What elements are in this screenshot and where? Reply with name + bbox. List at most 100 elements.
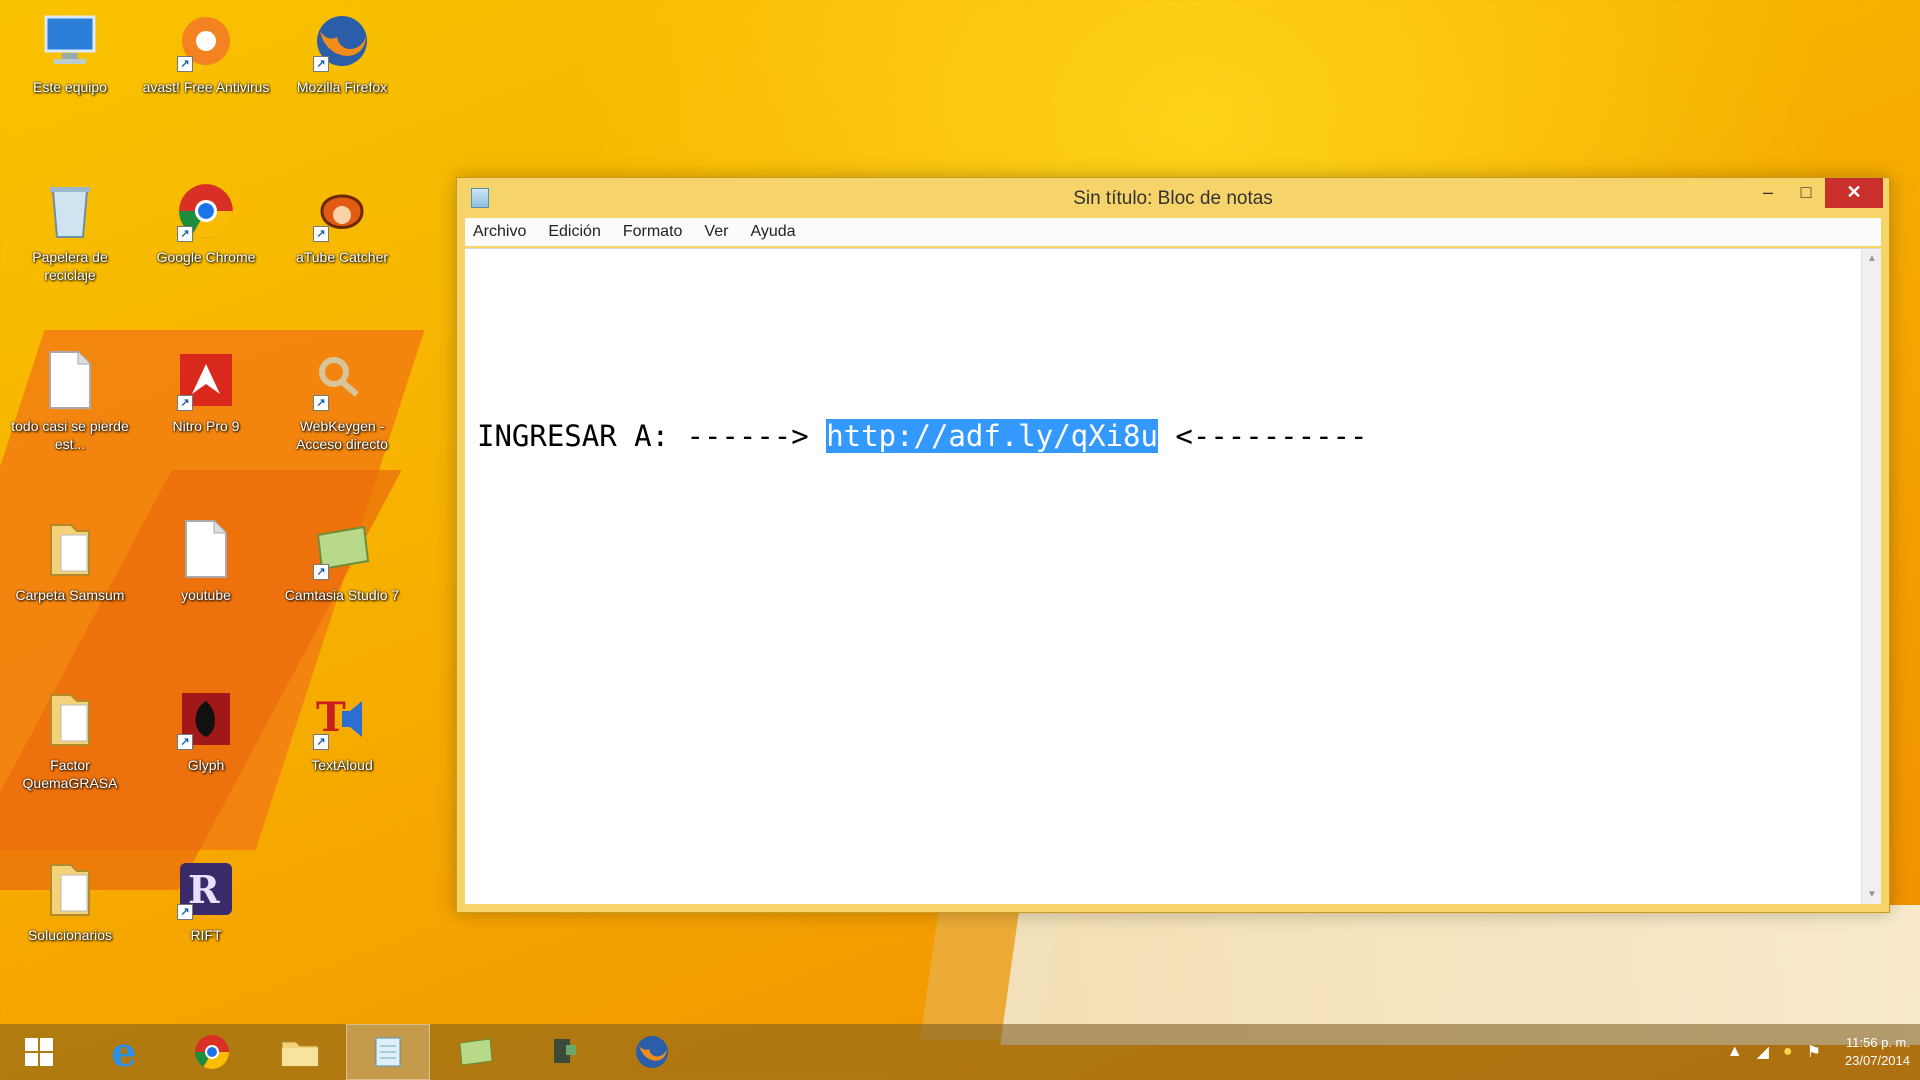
desktop-icon[interactable]: ↗ avast! Free Antivirus	[138, 2, 274, 162]
desktop-icon-label: Camtasia Studio 7	[284, 587, 400, 603]
system-tray: ▲ ◢ ● ⚑ 11:56 p. m. 23/07/2014	[1727, 1024, 1910, 1080]
vertical-scrollbar[interactable]: ▲ ▼	[1861, 249, 1881, 904]
recycle-bin-icon	[39, 180, 101, 242]
desktop-icon[interactable]: ↗ Mozilla Firefox	[274, 2, 410, 162]
desktop-icon[interactable]: T ↗ TextAloud	[274, 680, 410, 840]
shortcut-arrow-icon: ↗	[313, 56, 329, 72]
shortcut-arrow-icon: ↗	[313, 734, 329, 750]
desktop-icon-label: Google Chrome	[156, 249, 256, 265]
textaloud-icon: T ↗	[311, 688, 373, 750]
title-bar[interactable]: Sin título: Bloc de notas – □ ✕	[457, 178, 1889, 218]
scroll-up-icon[interactable]: ▲	[1862, 253, 1882, 264]
camtasia-icon: ↗	[311, 518, 373, 580]
shortcut-arrow-icon: ↗	[177, 734, 193, 750]
chrome-icon	[195, 1035, 229, 1069]
rift-icon: R ↗	[175, 858, 237, 920]
desktop-icon[interactable]: R ↗ RIFT	[138, 850, 274, 1010]
window-title: Sin título: Bloc de notas	[1073, 188, 1273, 209]
desktop-icon-label: Factor QuemaGRASA	[22, 757, 118, 791]
desktop-icon[interactable]: ↗ aTube Catcher	[274, 172, 410, 332]
windows-logo-icon	[25, 1038, 53, 1066]
menu-edicion[interactable]: Edición	[548, 223, 600, 241]
internet-explorer-icon: e	[111, 1028, 137, 1076]
desktop-icon-label: avast! Free Antivirus	[142, 79, 270, 95]
desktop-icon[interactable]: Papelera de reciclaje	[2, 172, 138, 332]
desktop-icon[interactable]: Este equipo	[2, 2, 138, 162]
shortcut-arrow-icon: ↗	[313, 226, 329, 242]
menu-ayuda[interactable]: Ayuda	[750, 223, 795, 241]
maximize-button[interactable]: □	[1787, 178, 1825, 208]
text-suffix: <----------	[1157, 419, 1368, 453]
desktop-icon-label: Nitro Pro 9	[172, 418, 240, 434]
menu-archivo[interactable]: Archivo	[473, 223, 526, 241]
shortcut-arrow-icon: ↗	[177, 395, 193, 411]
shortcut-arrow-icon: ↗	[177, 904, 193, 920]
show-hidden-icons-icon[interactable]: ▲	[1727, 1043, 1743, 1061]
scroll-down-icon[interactable]: ▼	[1862, 889, 1882, 900]
document-icon	[175, 518, 237, 580]
desktop-icon-label: aTube Catcher	[295, 249, 389, 265]
folder-icon	[39, 688, 101, 750]
clock-time: 11:56 p. m.	[1845, 1035, 1910, 1050]
action-center-icon[interactable]: ⚑	[1807, 1042, 1821, 1062]
selected-url-text[interactable]: http://adf.ly/qXi8u	[826, 419, 1158, 453]
desktop-icon-label: Papelera de reciclaje	[32, 249, 108, 283]
desktop-icon[interactable]: ↗ Nitro Pro 9	[138, 341, 274, 501]
internet-explorer-taskbar-button[interactable]: e	[82, 1024, 166, 1080]
start-button[interactable]	[0, 1024, 78, 1080]
camera-recorder-icon	[554, 1039, 576, 1063]
desktop-icon[interactable]: Solucionarios	[2, 850, 138, 1010]
folder-icon	[39, 858, 101, 920]
desktop-icon[interactable]: Carpeta Samsum	[2, 510, 138, 670]
firefox-icon: ↗	[311, 10, 373, 72]
wallpaper-shape	[920, 900, 1060, 1040]
clock-date: 23/07/2014	[1844, 1053, 1910, 1068]
shortcut-arrow-icon: ↗	[177, 56, 193, 72]
taskbar: e ▲ ◢ ● ⚑ 11:56 p. m. 23/07/2014	[0, 1024, 1920, 1080]
desktop-icon[interactable]: ↗ Camtasia Studio 7	[274, 510, 410, 670]
clock[interactable]: 11:56 p. m. 23/07/2014	[1845, 1034, 1910, 1070]
menu-bar: Archivo Edición Formato Ver Ayuda	[465, 218, 1881, 246]
camtasia-recorder-taskbar-button[interactable]	[522, 1024, 606, 1080]
desktop-icon[interactable]: Factor QuemaGRASA	[2, 680, 138, 840]
firefox-icon	[636, 1036, 668, 1068]
desktop-icon[interactable]: youtube	[138, 510, 274, 670]
chrome-taskbar-button[interactable]	[170, 1024, 254, 1080]
desktop-icon-label: Solucionarios	[27, 927, 113, 943]
document-icon	[39, 349, 101, 411]
notepad-taskbar-button[interactable]	[346, 1024, 430, 1080]
camtasia-taskbar-button[interactable]	[434, 1024, 518, 1080]
minimize-button[interactable]: –	[1749, 178, 1787, 208]
computer-icon	[39, 10, 101, 72]
desktop-icon-label: Glyph	[187, 757, 225, 773]
desktop-icon-label: youtube	[181, 587, 231, 603]
network-signal-icon[interactable]: ◢	[1757, 1042, 1769, 1062]
text-editor-area[interactable]: INGRESAR A: ------> http://adf.ly/qXi8u …	[465, 248, 1881, 904]
firefox-taskbar-button[interactable]	[610, 1024, 694, 1080]
menu-ver[interactable]: Ver	[704, 223, 728, 241]
text-prefix: INGRESAR A: ------>	[477, 419, 827, 453]
nitro-pro-icon: ↗	[175, 349, 237, 411]
desktop-icon-label: Mozilla Firefox	[296, 79, 388, 95]
notepad-icon	[375, 1037, 401, 1067]
close-button[interactable]: ✕	[1825, 178, 1883, 208]
glyph-icon: ↗	[175, 688, 237, 750]
desktop-icon-label: Este equipo	[33, 79, 107, 95]
shortcut-arrow-icon: ↗	[177, 226, 193, 242]
keygen-icon: ↗	[311, 349, 373, 411]
desktop-icon[interactable]: ↗ WebKeygen - Acceso directo	[274, 341, 410, 501]
chrome-icon: ↗	[175, 180, 237, 242]
desktop-icon[interactable]: todo casi se pierde est...	[2, 341, 138, 501]
editor-text-line[interactable]: INGRESAR A: ------> http://adf.ly/qXi8u …	[477, 419, 1367, 453]
menu-formato[interactable]: Formato	[623, 223, 683, 241]
desktop-icon-label: Carpeta Samsum	[15, 587, 125, 603]
desktop-icon-label: todo casi se pierde est...	[11, 418, 129, 452]
folder-icon	[39, 518, 101, 580]
atube-catcher-icon: ↗	[311, 180, 373, 242]
folder-icon	[281, 1041, 319, 1067]
desktop-icon-label: TextAloud	[311, 757, 373, 773]
desktop-icon[interactable]: ↗ Google Chrome	[138, 172, 274, 332]
file-explorer-taskbar-button[interactable]	[258, 1024, 342, 1080]
desktop-icon[interactable]: ↗ Glyph	[138, 680, 274, 840]
notification-icon[interactable]: ●	[1783, 1043, 1793, 1061]
